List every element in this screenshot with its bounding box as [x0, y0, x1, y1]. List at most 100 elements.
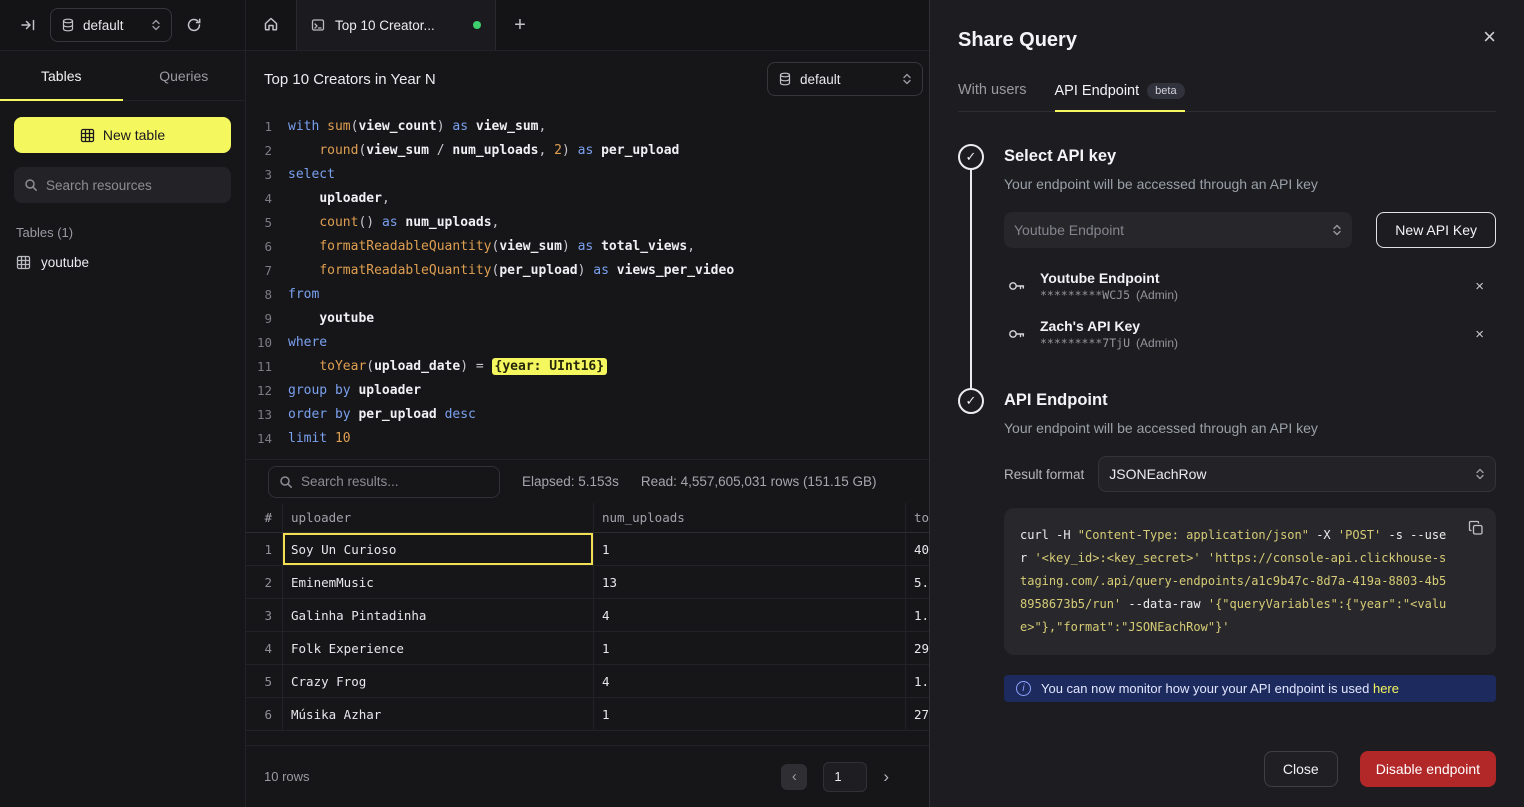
table-row[interactable]: 2EminemMusic135.1	[246, 566, 929, 599]
sql-line[interactable]: round(view_sum / num_uploads, 2) as per_…	[288, 139, 734, 163]
table-cell[interactable]: 294	[906, 632, 929, 664]
tab-tables[interactable]: Tables	[0, 51, 123, 100]
table-cell[interactable]: 4	[594, 599, 906, 631]
column-header[interactable]: #	[246, 503, 283, 532]
sql-editor[interactable]: 1234567891011121314 with sum(view_count)…	[246, 107, 929, 459]
sql-line[interactable]: from	[288, 283, 734, 307]
disable-endpoint-button[interactable]: Disable endpoint	[1360, 751, 1496, 787]
copy-icon[interactable]	[1468, 520, 1484, 536]
sql-line[interactable]: formatReadableQuantity(per_upload) as vi…	[288, 259, 734, 283]
sql-line[interactable]: group by uploader	[288, 379, 734, 403]
query-tab[interactable]: Top 10 Creator...	[296, 0, 496, 50]
table-icon	[80, 128, 95, 143]
sql-gutter: 1234567891011121314	[246, 115, 272, 459]
api-key-select-value: Youtube Endpoint	[1014, 222, 1124, 238]
sql-line[interactable]: toYear(upload_date) = {year: UInt16}	[288, 355, 734, 379]
next-page-button[interactable]: ›	[883, 767, 889, 787]
editor-db-value: default	[800, 72, 841, 87]
table-cell[interactable]: 3	[246, 599, 283, 631]
pagination: ‹ 1 ›	[781, 762, 889, 792]
close-icon[interactable]: ×	[1483, 26, 1496, 48]
table-row[interactable]: 3Galinha Pintadinha41.4	[246, 599, 929, 632]
table-cell[interactable]: 6	[246, 698, 283, 730]
table-cell[interactable]: Galinha Pintadinha	[283, 599, 594, 631]
sql-line[interactable]: count() as num_uploads,	[288, 211, 734, 235]
table-cell[interactable]: 4	[246, 632, 283, 664]
table-cell[interactable]: 274	[906, 698, 929, 730]
topbar-db-value: default	[83, 18, 124, 33]
panel-tabs: With users API Endpoint beta	[958, 82, 1496, 112]
table-cell[interactable]: 1.1	[906, 665, 929, 697]
table-cell[interactable]: EminemMusic	[283, 566, 594, 598]
sql-line[interactable]: uploader,	[288, 187, 734, 211]
remove-key-icon[interactable]: ×	[1475, 326, 1492, 343]
sql-line[interactable]: select	[288, 163, 734, 187]
sql-line[interactable]: youtube	[288, 307, 734, 331]
api-key-select[interactable]: Youtube Endpoint	[1004, 212, 1352, 248]
sql-line[interactable]: order by per_upload desc	[288, 403, 734, 427]
table-cell[interactable]: 1	[594, 533, 906, 565]
table-cell[interactable]: Folk Experience	[283, 632, 594, 664]
table-row[interactable]: 5Crazy Frog41.1	[246, 665, 929, 698]
new-tab-button[interactable]: +	[496, 0, 544, 50]
table-cell[interactable]: 4	[594, 665, 906, 697]
column-header[interactable]: num_uploads	[594, 503, 906, 532]
step2-rail: ✓	[958, 388, 984, 732]
tab-with-users[interactable]: With users	[958, 82, 1027, 111]
read-stat: Read: 4,557,605,031 rows (151.15 GB)	[641, 474, 877, 489]
table-cell[interactable]: 5	[246, 665, 283, 697]
table-cell[interactable]: 1	[594, 698, 906, 730]
results-body: 1Soy Un Curioso14072EminemMusic135.13Gal…	[246, 533, 929, 731]
key-select-row: Youtube Endpoint New API Key	[1004, 212, 1496, 248]
new-table-button[interactable]: New table	[14, 117, 231, 153]
home-button[interactable]	[246, 0, 296, 50]
remove-key-icon[interactable]: ×	[1475, 278, 1492, 295]
results-search	[268, 466, 500, 498]
column-header[interactable]: uploader	[283, 503, 594, 532]
refresh-icon[interactable]	[186, 17, 202, 33]
table-cell[interactable]: 13	[594, 566, 906, 598]
editor-db-select[interactable]: default	[767, 62, 923, 96]
table-cell[interactable]: 5.1	[906, 566, 929, 598]
sidebar: Tables Queries New table Tables (1)	[0, 51, 246, 807]
tab-api-endpoint[interactable]: API Endpoint beta	[1055, 82, 1185, 112]
table-row[interactable]: 4Folk Experience1294	[246, 632, 929, 665]
tab-api-endpoint-label: API Endpoint	[1055, 83, 1140, 99]
table-cell[interactable]: Crazy Frog	[283, 665, 594, 697]
row-count: 10 rows	[264, 769, 310, 784]
new-api-key-button[interactable]: New API Key	[1376, 212, 1496, 248]
sidebar-table-youtube[interactable]: youtube	[0, 246, 245, 278]
search-results-input[interactable]	[301, 474, 489, 489]
table-cell[interactable]: Músika Azhar	[283, 698, 594, 730]
sql-line[interactable]: where	[288, 331, 734, 355]
page-number-input[interactable]: 1	[823, 762, 867, 792]
prev-page-button[interactable]: ‹	[781, 764, 807, 790]
table-cell[interactable]: Soy Un Curioso	[283, 533, 594, 565]
step-select-api-key: ✓ Select API key Your endpoint will be a…	[958, 144, 1496, 388]
column-header[interactable]: total_views	[906, 503, 929, 532]
curl-code: curl -H "Content-Type: application/json"…	[1020, 524, 1448, 639]
table-row[interactable]: 1Soy Un Curioso1407	[246, 533, 929, 566]
result-format-select[interactable]: JSONEachRow	[1098, 456, 1496, 492]
topbar-db-select[interactable]: default	[50, 8, 172, 42]
workspace: default	[0, 0, 929, 807]
sql-line[interactable]: formatReadableQuantity(view_sum) as tota…	[288, 235, 734, 259]
table-cell[interactable]: 1.4	[906, 599, 929, 631]
monitor-link[interactable]: here	[1373, 681, 1399, 696]
topbar-left: default	[0, 0, 246, 50]
table-row[interactable]: 6Músika Azhar1274	[246, 698, 929, 731]
tab-queries[interactable]: Queries	[123, 51, 246, 100]
info-banner: i You can now monitor how your your API …	[1004, 675, 1496, 702]
sql-lines[interactable]: with sum(view_count) as view_sum, round(…	[288, 115, 734, 459]
sql-line[interactable]: limit 10	[288, 427, 734, 451]
table-cell[interactable]: 2	[246, 566, 283, 598]
close-button[interactable]: Close	[1264, 751, 1338, 787]
table-cell[interactable]: 407	[906, 533, 929, 565]
search-resources-input[interactable]	[46, 178, 221, 193]
table-cell[interactable]: 1	[594, 632, 906, 664]
sql-line[interactable]: with sum(view_count) as view_sum,	[288, 115, 734, 139]
results-grid: #uploadernum_uploadstotal_views 1Soy Un …	[246, 503, 929, 731]
collapse-sidebar-icon[interactable]	[20, 17, 36, 33]
step1-check-icon: ✓	[958, 144, 984, 170]
table-cell[interactable]: 1	[246, 533, 283, 565]
